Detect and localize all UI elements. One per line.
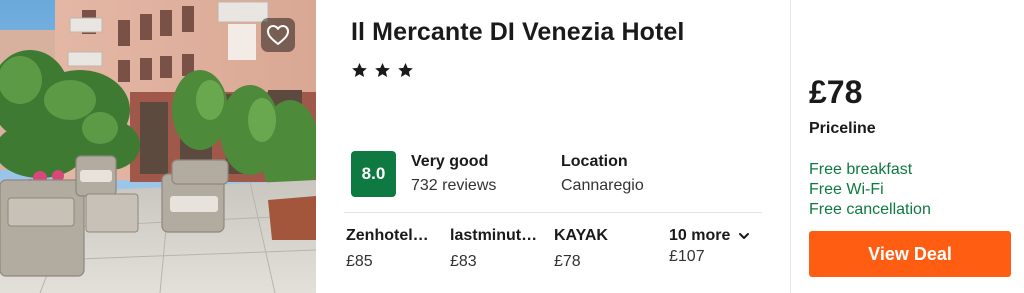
provider-name: lastminut… [450, 227, 538, 244]
provider-price: £83 [450, 253, 477, 270]
more-providers-price: £107 [669, 248, 705, 265]
location-value: Cannaregio [561, 177, 644, 194]
star-icon [375, 63, 390, 77]
provider-lastminute[interactable]: lastminut… £83 [450, 226, 537, 273]
deal-panel: £78 Priceline Free breakfast Free Wi-Fi … [790, 0, 1024, 293]
hotel-photo[interactable] [0, 0, 316, 293]
rating-score-badge: 8.0 [351, 151, 396, 197]
amenities-list: Free breakfast Free Wi-Fi Free cancellat… [809, 160, 931, 220]
amenity-item: Free breakfast [809, 161, 913, 178]
provider-zenhotels[interactable]: Zenhotel… £85 [346, 226, 429, 273]
amenity-item: Free Wi-Fi [809, 181, 884, 198]
favorite-button[interactable] [261, 18, 295, 52]
star-rating [351, 62, 414, 78]
star-icon [352, 63, 367, 77]
provider-price: £78 [554, 253, 581, 270]
more-providers-label: 10 more [669, 227, 731, 244]
hotel-result-card[interactable]: Il Mercante DI Venezia Hotel 8.0 Very go… [0, 0, 1024, 293]
chevron-down-icon [739, 233, 750, 239]
divider [344, 212, 762, 213]
hotel-details: Il Mercante DI Venezia Hotel 8.0 Very go… [316, 0, 790, 293]
provider-price: £85 [346, 253, 373, 270]
heart-outline-icon [267, 25, 289, 45]
location-info: Location Cannaregio [561, 152, 644, 197]
deal-site[interactable]: Priceline [809, 120, 876, 138]
star-icon [398, 63, 413, 77]
deal-price[interactable]: £78 [809, 74, 862, 111]
amenity-item: Free cancellation [809, 201, 931, 218]
provider-name: KAYAK [554, 227, 608, 244]
rating-label: Very good [411, 153, 489, 170]
location-label: Location [561, 153, 628, 170]
rating-summary[interactable]: Very good 732 reviews [411, 152, 496, 197]
hotel-name[interactable]: Il Mercante DI Venezia Hotel [351, 18, 684, 47]
review-count: 732 reviews [411, 177, 497, 194]
provider-name: Zenhotel… [346, 227, 429, 244]
view-deal-button[interactable]: View Deal [809, 231, 1011, 277]
more-providers-button[interactable]: 10 more £107 [669, 226, 750, 268]
provider-kayak[interactable]: KAYAK £78 [554, 226, 608, 273]
